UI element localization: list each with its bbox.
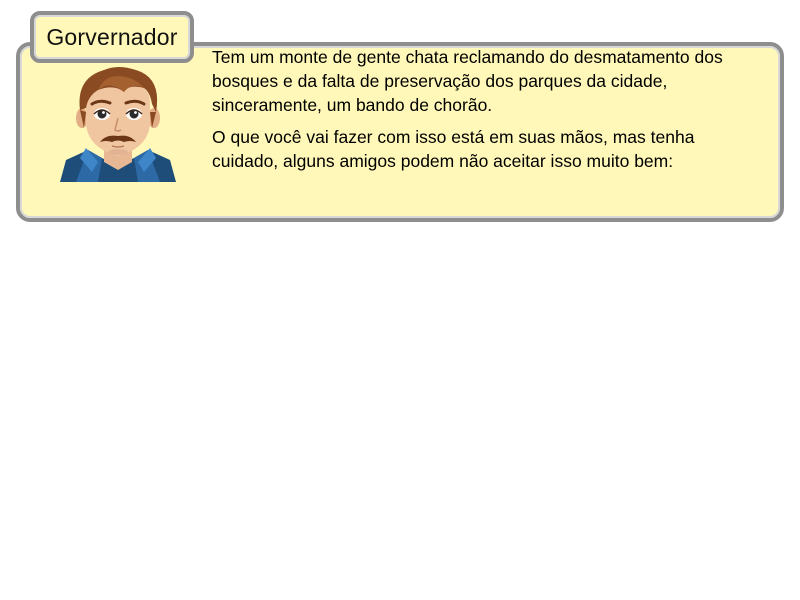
portrait-svg	[60, 67, 176, 182]
speaker-name-tab: Gorvernador	[30, 11, 194, 63]
speaker-name: Gorvernador	[46, 23, 178, 50]
dialog-paragraph-2: O que você vai fazer com isso está em su…	[212, 127, 695, 171]
dialog-text: Tem um monte de gente chata reclamando d…	[212, 45, 752, 181]
governor-portrait-icon	[58, 62, 178, 182]
game-screen: Gorvernador Tem um monte de gente chata …	[0, 0, 800, 600]
dialog-paragraph-1: Tem um monte de gente chata reclamando d…	[212, 47, 723, 115]
